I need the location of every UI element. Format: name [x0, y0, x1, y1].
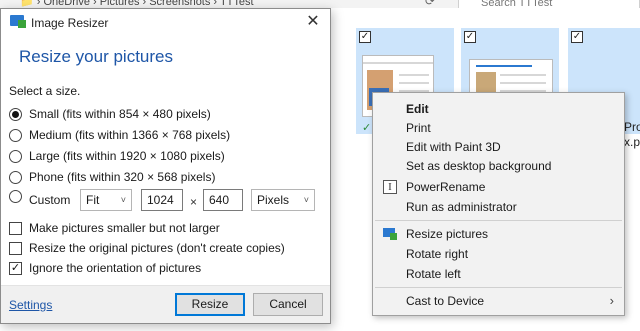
image-resizer-icon — [10, 15, 26, 28]
chevron-right-icon: › — [609, 293, 614, 308]
sync-status-icon: ✓ — [362, 122, 372, 134]
file-name-fragment: Pro — [624, 120, 640, 134]
chevron-down-icon: ˅ — [120, 195, 126, 205]
menu-item-rotate-left[interactable]: Rotate left — [373, 264, 624, 284]
context-menu: Edit Print Edit with Paint 3D Set as des… — [372, 92, 625, 316]
menu-item-edit[interactable]: Edit — [373, 99, 624, 119]
menu-item-label: Resize pictures — [406, 227, 489, 241]
menu-item-cast-to-device[interactable]: Cast to Device › — [373, 291, 624, 311]
close-button[interactable]: ✕ — [296, 9, 330, 35]
menu-divider — [375, 287, 622, 288]
unit-select[interactable]: Pixels ˅ — [251, 189, 315, 211]
menu-item-run-as-admin[interactable]: Run as administrator — [373, 197, 624, 217]
menu-item-label: Cast to Device — [406, 294, 485, 308]
chevron-down-icon: ˅ — [303, 195, 309, 205]
cancel-button[interactable]: Cancel — [253, 293, 323, 316]
menu-item-label: PowerRename — [406, 180, 486, 194]
option-smaller-only[interactable]: Make pictures smaller but not larger — [9, 219, 220, 237]
file-name-fragment: x.p — [624, 135, 640, 149]
window-title: Image Resizer — [31, 16, 109, 30]
image-resizer-icon — [383, 227, 397, 241]
size-option-label: Medium (fits within 1366 × 768 pixels) — [29, 128, 231, 142]
size-option-phone[interactable]: Phone (fits within 320 × 568 pixels) — [9, 168, 215, 186]
tile-checkbox[interactable]: ✓ — [464, 31, 476, 43]
tile-checkbox[interactable]: ✓ — [359, 31, 371, 43]
radio-button[interactable] — [9, 128, 22, 142]
menu-item-rotate-right[interactable]: Rotate right — [373, 244, 624, 264]
size-section-label: Select a size. — [9, 84, 81, 98]
title-bar[interactable]: Image Resizer ✕ — [1, 9, 330, 35]
option-resize-originals[interactable]: Resize the original pictures (don't crea… — [9, 239, 285, 257]
dialog-footer: Settings Resize Cancel — [1, 285, 330, 323]
width-input[interactable]: 1024 — [141, 189, 183, 211]
page-title: Resize your pictures — [19, 47, 174, 66]
times-symbol: × — [190, 195, 198, 209]
search-input[interactable]: Search TTTest — [458, 0, 640, 8]
unit-value: Pixels — [257, 193, 290, 207]
menu-divider — [375, 220, 622, 221]
fit-mode-select[interactable]: Fit ˅ — [80, 189, 132, 211]
size-option-large[interactable]: Large (fits within 1920 × 1080 pixels) — [9, 147, 225, 165]
option-label: Resize the original pictures (don't crea… — [29, 241, 285, 255]
settings-link[interactable]: Settings — [9, 298, 52, 312]
radio-button[interactable] — [9, 149, 22, 163]
menu-item-resize-pictures[interactable]: Resize pictures — [373, 224, 624, 244]
power-rename-icon: I — [383, 180, 397, 194]
option-label: Make pictures smaller but not larger — [29, 221, 220, 235]
size-option-label: Custom — [29, 193, 71, 207]
size-option-small[interactable]: Small (fits within 854 × 480 pixels) — [9, 105, 211, 123]
checkbox[interactable] — [9, 221, 22, 235]
checkbox[interactable] — [9, 241, 22, 255]
breadcrumb[interactable]: 📁 › OneDrive › Pictures › Screenshots › … — [20, 0, 254, 8]
refresh-icon[interactable]: ⟳ — [425, 0, 435, 8]
height-input[interactable]: 640 — [203, 189, 243, 211]
option-label: Ignore the orientation of pictures — [29, 261, 202, 275]
size-option-label: Phone (fits within 320 × 568 pixels) — [29, 170, 216, 184]
tile-checkbox[interactable]: ✓ — [571, 31, 583, 43]
menu-item-set-desktop-background[interactable]: Set as desktop background — [373, 156, 624, 176]
menu-item-edit-paint3d[interactable]: Edit with Paint 3D — [373, 137, 624, 157]
size-option-medium[interactable]: Medium (fits within 1366 × 768 pixels) — [9, 126, 230, 144]
size-option-custom[interactable]: Custom — [9, 187, 71, 207]
size-option-label: Large (fits within 1920 × 1080 pixels) — [29, 149, 225, 163]
menu-item-powerrename[interactable]: I PowerRename — [373, 177, 624, 197]
radio-button[interactable] — [9, 189, 22, 203]
radio-button[interactable] — [9, 107, 22, 121]
fit-mode-value: Fit — [86, 193, 100, 207]
option-ignore-orientation[interactable]: ✓ Ignore the orientation of pictures — [9, 259, 201, 277]
image-resizer-dialog: Image Resizer ✕ Resize your pictures Sel… — [0, 8, 331, 324]
menu-item-print[interactable]: Print — [373, 118, 624, 138]
checkbox[interactable]: ✓ — [9, 261, 22, 275]
size-option-label: Small (fits within 854 × 480 pixels) — [29, 107, 211, 121]
resize-button[interactable]: Resize — [175, 293, 245, 316]
explorer-address-bar: 📁 › OneDrive › Pictures › Screenshots › … — [0, 0, 640, 8]
radio-button[interactable] — [9, 170, 22, 184]
